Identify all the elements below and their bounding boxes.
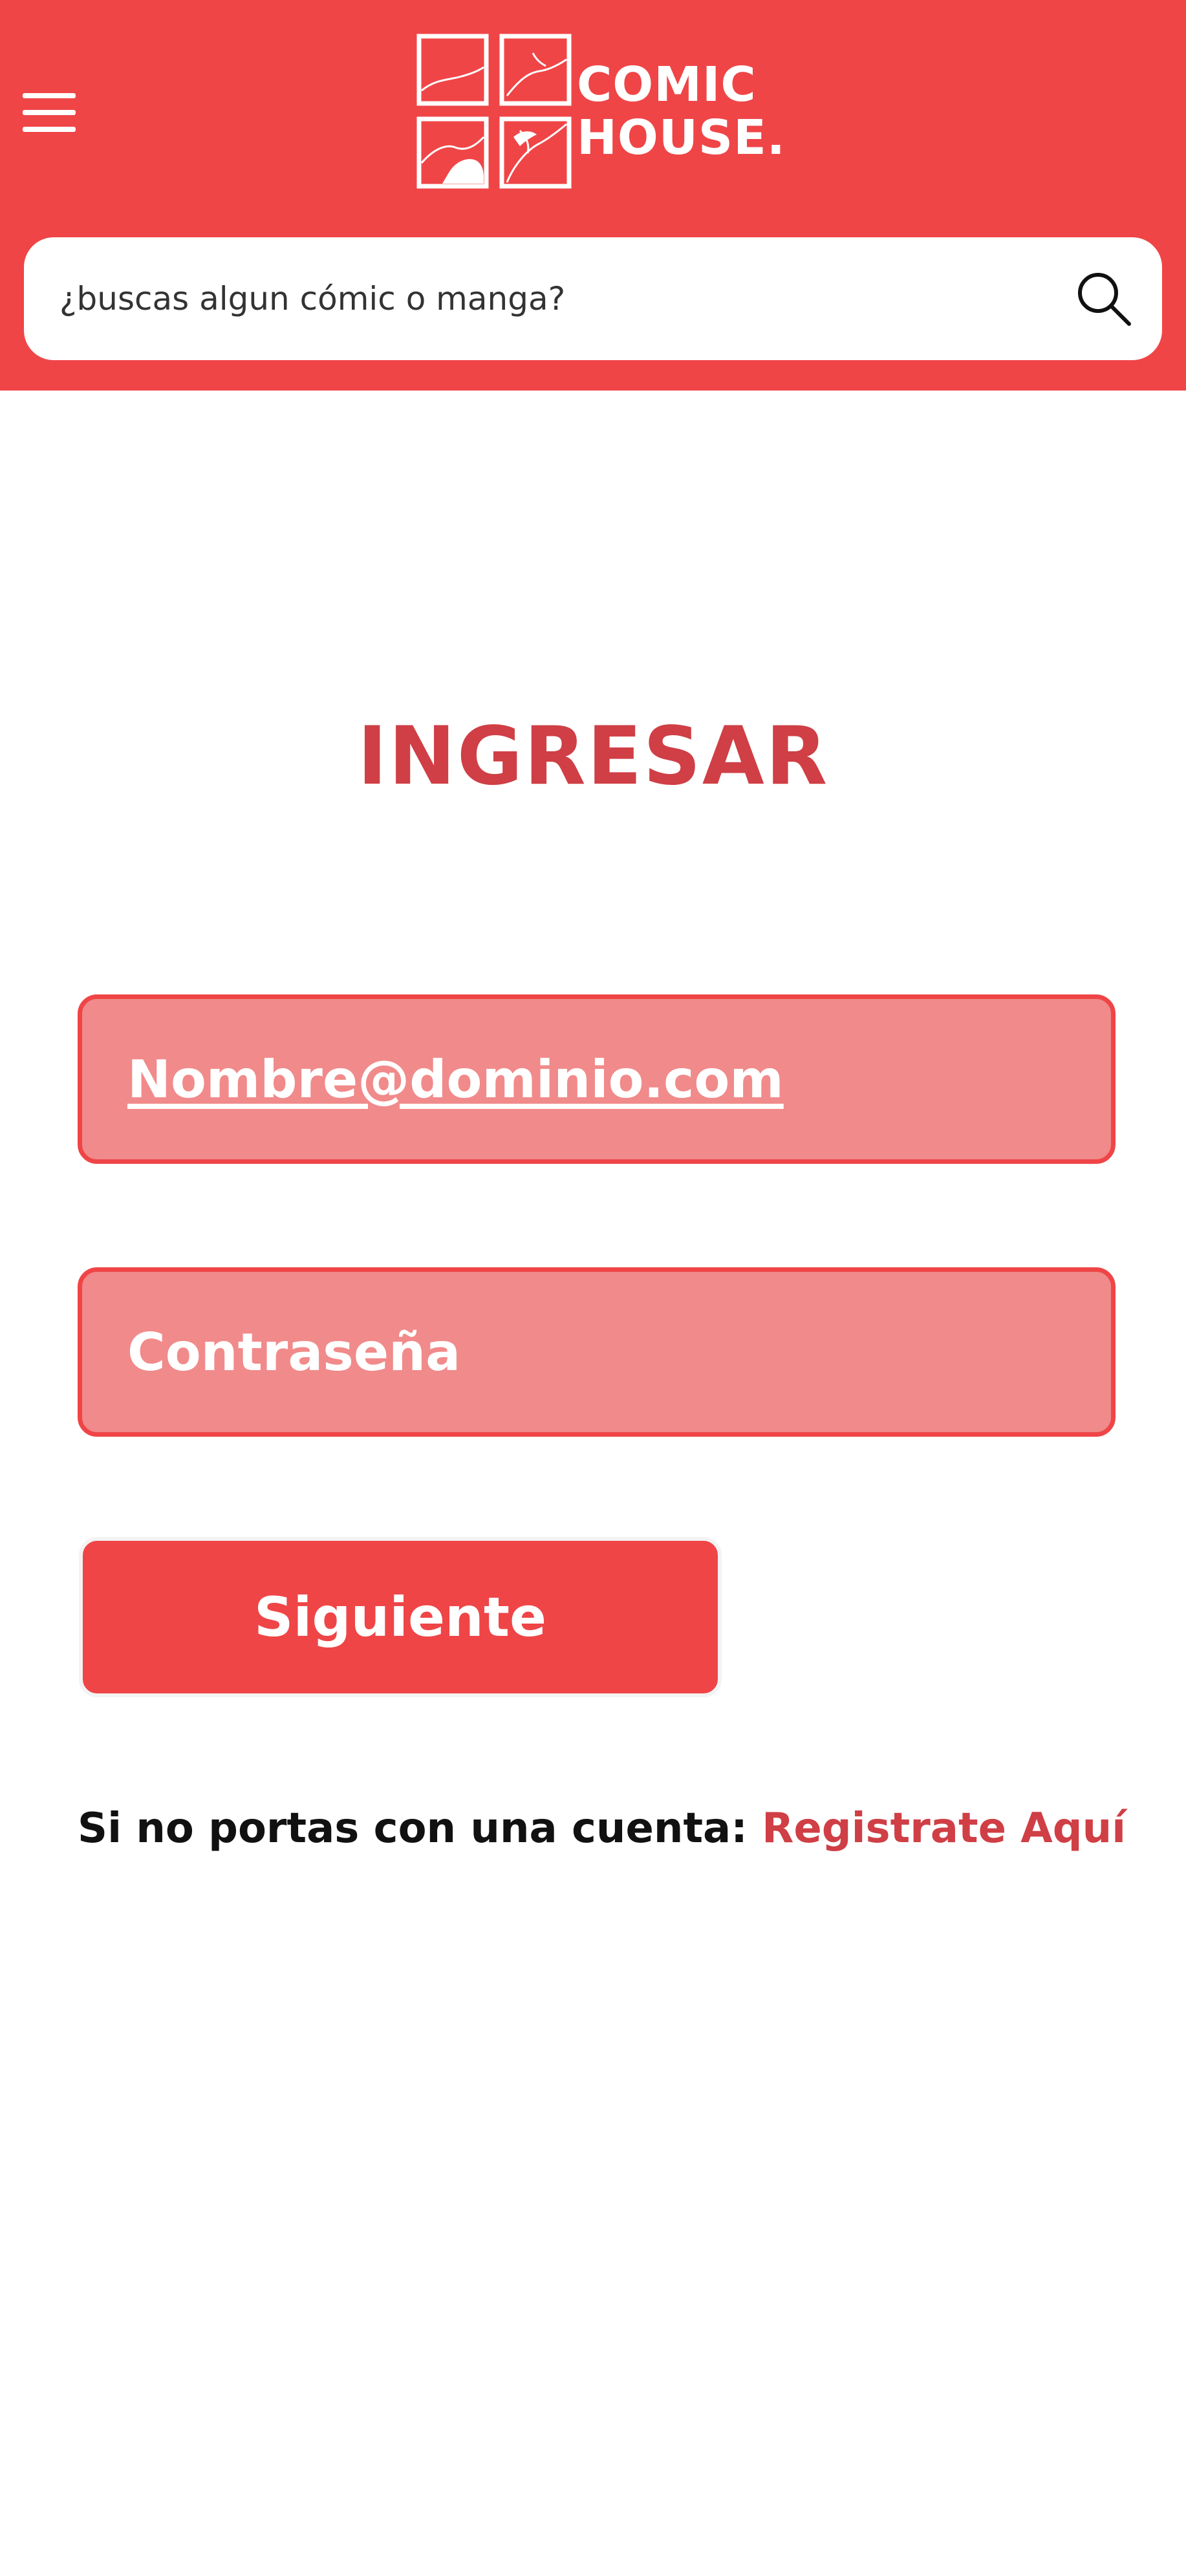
register-link[interactable]: Registrate Aquí — [762, 1805, 1126, 1852]
register-prompt-line: Si no portas con una cuenta: Registrate … — [78, 1796, 1151, 1861]
search-bar — [24, 237, 1162, 360]
brand-line-2: HOUSE. — [577, 110, 786, 166]
page-title: INGRESAR — [357, 710, 829, 803]
password-field[interactable] — [78, 1267, 1116, 1437]
email-field[interactable] — [78, 994, 1116, 1164]
hamburger-menu-icon[interactable] — [19, 89, 81, 138]
app-header: COMIC HOUSE. — [0, 0, 1186, 391]
menu-line — [23, 110, 76, 115]
comic-panels-logo-icon — [416, 34, 572, 189]
brand-logo[interactable]: COMIC HOUSE. — [416, 34, 804, 189]
search-input[interactable] — [59, 237, 1030, 360]
next-button[interactable]: Siguiente — [79, 1537, 722, 1697]
brand-wordmark: COMIC HOUSE. — [577, 58, 786, 164]
brand-line-1: COMIC — [577, 57, 757, 113]
search-icon[interactable] — [1075, 270, 1133, 328]
menu-line — [23, 127, 76, 132]
register-prompt-text: Si no portas con una cuenta: — [78, 1805, 748, 1852]
menu-line — [23, 93, 76, 98]
